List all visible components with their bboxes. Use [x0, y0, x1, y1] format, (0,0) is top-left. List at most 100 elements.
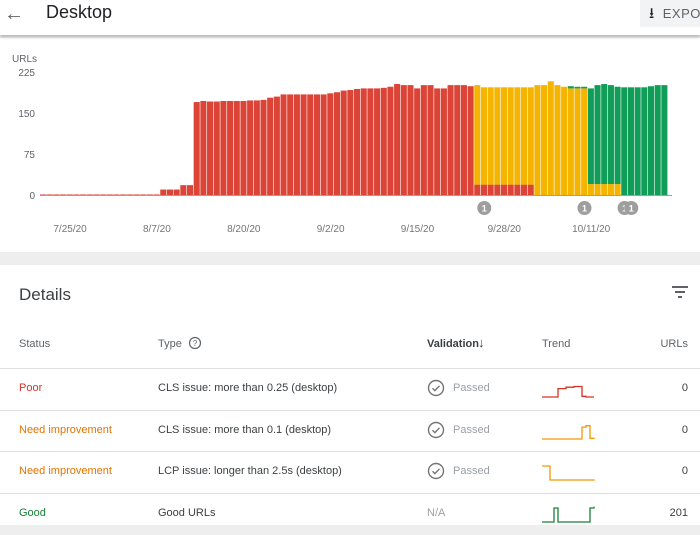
x-tick-label: 8/20/20 [227, 224, 261, 235]
column-trend: Trend [542, 338, 571, 350]
bar-poor [160, 189, 167, 195]
check-circle-icon [427, 462, 445, 480]
urls-chart: URLs 0 75 150 225 7/25/20 8/7/20 8/20/20 9/2/20 9… [12, 54, 672, 235]
table-row[interactable]: Need improvement LCP issue: longer than … [0, 451, 700, 493]
validation-status: Passed [453, 382, 490, 394]
bar-poor [414, 88, 421, 195]
issue-type: Good URLs [158, 506, 216, 519]
table-row[interactable]: Good Good URLs N/A 201 [0, 492, 700, 535]
bar-poor [267, 97, 274, 195]
bar-need_improvement [614, 184, 621, 195]
url-count: 201 [669, 506, 688, 519]
annotation-label: 1 [582, 204, 587, 214]
bar-need_improvement [554, 85, 561, 195]
bar-poor [354, 88, 361, 195]
bar-need_improvement [587, 184, 594, 195]
svg-text:?: ? [193, 339, 198, 348]
bar-good [614, 86, 621, 185]
chart-card: URLs 0 75 150 225 7/25/20 8/7/20 8/20/20 9/2/20 9… [0, 38, 700, 252]
status-label: Poor [19, 382, 43, 394]
bar-poor [507, 184, 514, 195]
check-circle-icon [427, 379, 445, 397]
x-tick-label: 9/2/20 [317, 224, 345, 235]
bar-need_improvement [521, 87, 528, 185]
annotation-label: 1 [629, 204, 634, 214]
bar-poor [474, 184, 481, 195]
export-button[interactable]: ⭳ EXPO [640, 0, 700, 27]
bar-poor [327, 93, 334, 195]
bar-good [627, 87, 634, 195]
trend-sparkline [542, 424, 595, 440]
bar-good [641, 87, 648, 195]
bar-poor [360, 88, 367, 195]
x-tick-label: 9/28/20 [488, 224, 522, 235]
bar-need_improvement [561, 86, 568, 195]
bar-need_improvement [480, 87, 488, 185]
trend-sparkline [542, 506, 595, 523]
bar-poor [253, 100, 260, 195]
bar-poor [293, 94, 300, 195]
bar-good [661, 85, 668, 195]
url-count: 0 [681, 465, 688, 477]
export-label: EXPO [662, 6, 700, 21]
back-button[interactable]: ← [4, 3, 24, 26]
bar-poor [287, 94, 294, 195]
bar-poor [313, 94, 320, 195]
bar-poor [514, 184, 521, 195]
bar-good [587, 88, 594, 185]
bar-need_improvement [581, 88, 588, 195]
bar-poor [180, 185, 187, 195]
bar-poor [200, 100, 207, 195]
details-title: Details [19, 285, 71, 304]
bar-need_improvement [607, 184, 614, 195]
trend-sparkline [542, 385, 594, 398]
bar-good [594, 85, 601, 185]
sort-down-icon[interactable]: ↓ [478, 335, 485, 350]
filter-icon[interactable] [671, 285, 689, 299]
bar-poor [213, 101, 220, 195]
bar-poor [487, 184, 494, 195]
page-title: Desktop [46, 2, 113, 22]
issue-type: LCP issue: longer than 2.5s (desktop) [158, 465, 342, 477]
bar-poor [380, 87, 387, 195]
y-tick-label: 225 [18, 68, 35, 79]
bar-need_improvement [474, 85, 481, 185]
bar-good [607, 85, 614, 185]
trend-sparkline [542, 465, 595, 481]
bar-poor [333, 92, 341, 195]
bar-poor [280, 94, 287, 195]
bar-need_improvement [514, 87, 521, 185]
validation-status: Passed [453, 423, 490, 436]
bar-poor [220, 100, 227, 195]
bar-need_improvement [541, 85, 548, 195]
y-tick-label: 75 [24, 150, 36, 161]
bar-good [647, 86, 655, 195]
bar-poor [240, 100, 247, 195]
column-status[interactable]: Status [19, 338, 50, 350]
bar-poor [173, 189, 180, 195]
validation-status: Passed [453, 465, 490, 477]
bar-good [654, 85, 661, 195]
bar-poor [320, 94, 327, 195]
bar-good [574, 86, 581, 89]
help-icon[interactable]: ? [188, 336, 202, 350]
column-urls[interactable]: URLs [660, 338, 688, 350]
bar-poor [166, 189, 174, 195]
column-type[interactable]: Type [158, 338, 182, 350]
bar-poor [420, 85, 427, 195]
status-label: Good [19, 506, 46, 519]
bar-poor [186, 185, 194, 195]
bar-poor [521, 184, 528, 195]
column-validation[interactable]: Validation [427, 338, 479, 350]
bar-good [621, 87, 628, 195]
status-label: Need improvement [19, 423, 112, 436]
bar-need_improvement [487, 87, 494, 185]
bar-need_improvement [507, 87, 514, 185]
y-axis-label: URLs [12, 54, 37, 65]
table-row[interactable]: Poor CLS issue: more than 0.25 (desktop)… [0, 368, 700, 410]
bar-poor [394, 84, 401, 195]
bar-poor [440, 88, 447, 195]
details-card: Details Status Type ? Validation ↓ Trend… [0, 265, 700, 525]
table-row[interactable]: Need improvement CLS issue: more than 0.… [0, 409, 700, 452]
bar-poor [374, 88, 381, 195]
